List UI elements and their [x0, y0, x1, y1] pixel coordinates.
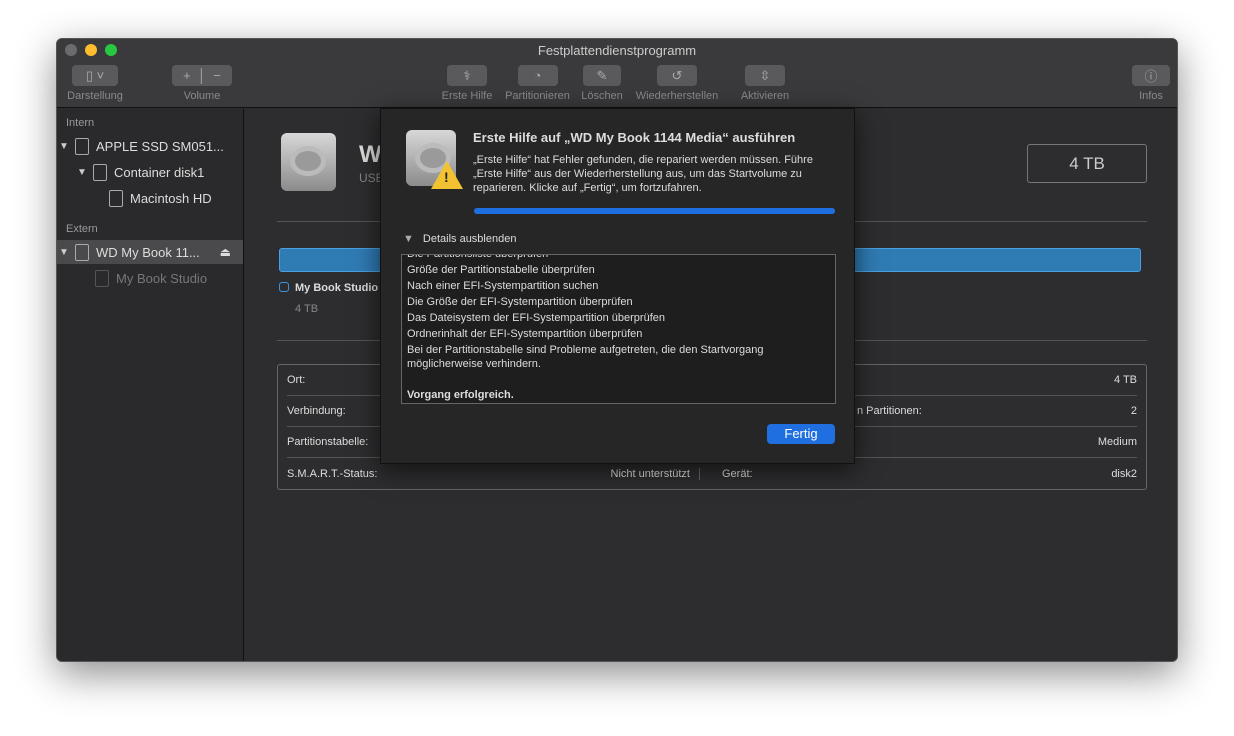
restore-icon: ↺ — [657, 65, 697, 86]
disk-icon — [93, 163, 107, 181]
window-title: Festplattendienstprogramm — [537, 43, 697, 58]
section-internal: Intern — [66, 117, 95, 129]
info-label: Partitionstabelle: — [287, 436, 369, 448]
legend-label: My Book Studio — [295, 282, 379, 294]
log-output[interactable]: Die Partitionsliste überprüfen Größe der… — [401, 254, 836, 404]
info-value: Nicht unterstützt — [611, 467, 700, 480]
sidebar-item-my-book-studio[interactable]: My Book Studio — [57, 266, 243, 290]
disk-name: W — [359, 141, 382, 168]
disk-icon — [75, 137, 89, 155]
disclosure-icon[interactable]: ▼ — [57, 141, 71, 152]
legend-swatch — [279, 282, 289, 292]
mount-icon: ⇳ — [745, 65, 785, 86]
first-aid-label: Erste Hilfe — [441, 90, 493, 102]
log-line: Die Partitionsliste überprüfen — [407, 254, 549, 260]
disk-icon — [95, 269, 109, 287]
eject-icon[interactable]: ⏏ — [220, 245, 231, 259]
hard-disk-icon — [281, 133, 336, 191]
mount-button[interactable]: ⇳ Aktivieren — [735, 65, 795, 102]
log-line: Die Größe der EFI-Systempartition überpr… — [407, 296, 633, 308]
progress-bar — [474, 208, 835, 214]
view-button[interactable]: ▯ ˅ Darstellung — [63, 65, 127, 102]
volume-buttons[interactable]: + │ − Volume — [172, 65, 232, 102]
info-value: disk2 — [1111, 467, 1137, 480]
disclosure-icon[interactable]: ▼ — [75, 167, 89, 178]
toolbar: Festplattendienstprogramm ▯ ˅ Darstellung… — [57, 39, 1177, 108]
sidebar-item-container[interactable]: ▼ Container disk1 — [57, 160, 243, 184]
info-value: 2 — [1130, 405, 1137, 417]
legend-size: 4 TB — [295, 303, 319, 315]
disk-icon — [109, 189, 123, 207]
info-label: Ort: — [287, 374, 306, 386]
done-button[interactable]: Fertig — [767, 424, 835, 444]
sidebar: Intern ▼ APPLE SSD SM051... ▼ Container di… — [57, 109, 244, 661]
sidebar-icon: ▯ ˅ — [72, 65, 118, 86]
erase-label: Löschen — [581, 90, 623, 102]
info-label: Gerät: — [722, 467, 753, 480]
log-result: Vorgang erfolgreich. — [407, 389, 514, 401]
item-label: My Book Studio — [116, 270, 208, 286]
info-icon: ⓘ — [1132, 65, 1170, 86]
partition-button[interactable]: ◔ Partitionieren — [500, 65, 575, 102]
view-label: Darstellung — [67, 90, 123, 102]
sidebar-item-macintosh-hd[interactable]: Macintosh HD — [57, 186, 243, 210]
log-line: Bei der Partitionstabelle sind Probleme … — [407, 344, 764, 370]
info-label: n Partitionen: — [857, 405, 922, 417]
disclosure-triangle-icon: ▼ — [403, 233, 414, 245]
volume-label: Volume — [183, 90, 221, 102]
first-aid-dialog: ! Erste Hilfe auf „WD My Book 1144 Media… — [380, 108, 855, 464]
log-line: Das Dateisystem der EFI-Systempartition … — [407, 312, 665, 324]
sidebar-item-apple-ssd[interactable]: ▼ APPLE SSD SM051... — [57, 134, 243, 158]
pie-icon: ◔ — [517, 65, 558, 86]
plus-minus-icon: + │ − — [172, 65, 232, 86]
erase-button[interactable]: ✎ Löschen — [577, 65, 627, 102]
item-label: Macintosh HD — [130, 190, 212, 206]
stethoscope-icon: ⚕ — [447, 65, 487, 86]
info-label: Verbindung: — [287, 405, 346, 417]
item-label: APPLE SSD SM051... — [96, 138, 224, 154]
item-label: Container disk1 — [114, 164, 205, 180]
info-label: Infos — [1139, 90, 1163, 102]
log-line: Größe der Partitionstabelle überprüfen — [407, 264, 595, 276]
dialog-message: „Erste Hilfe“ hat Fehler gefunden, die r… — [473, 154, 813, 194]
info-button[interactable]: ⓘ Infos — [1131, 65, 1171, 102]
disclosure-icon[interactable]: ▼ — [57, 247, 71, 258]
details-toggle-label: Details ausblenden — [422, 233, 517, 245]
restore-label: Wiederherstellen — [635, 90, 719, 102]
first-aid-button[interactable]: ⚕ Erste Hilfe — [437, 65, 497, 102]
erase-icon: ✎ — [583, 65, 621, 86]
progress-fill — [474, 208, 835, 214]
mount-label: Aktivieren — [740, 90, 790, 102]
info-value: Medium — [1097, 436, 1137, 448]
info-value: 4 TB — [1113, 374, 1137, 386]
log-line: Ordnerinhalt der EFI-Systempartition übe… — [407, 328, 643, 340]
restore-button[interactable]: ↺ Wiederherstellen — [631, 65, 723, 102]
partition-label: Partitionieren — [505, 90, 570, 102]
sidebar-item-wd-my-book[interactable]: ▼ WD My Book 11... ⏏ — [57, 240, 243, 264]
disk-icon — [75, 243, 89, 261]
info-label: S.M.A.R.T.-Status: — [287, 467, 378, 480]
section-external: Extern — [66, 223, 98, 235]
details-toggle[interactable]: ▼ Details ausblenden — [403, 233, 516, 245]
dialog-title: Erste Hilfe auf „WD My Book 1144 Media“ … — [473, 130, 796, 145]
log-line: Nach einer EFI-Systempartition suchen — [407, 280, 599, 292]
item-label: WD My Book 11... — [96, 244, 200, 260]
capacity-box: 4 TB — [1027, 144, 1147, 183]
